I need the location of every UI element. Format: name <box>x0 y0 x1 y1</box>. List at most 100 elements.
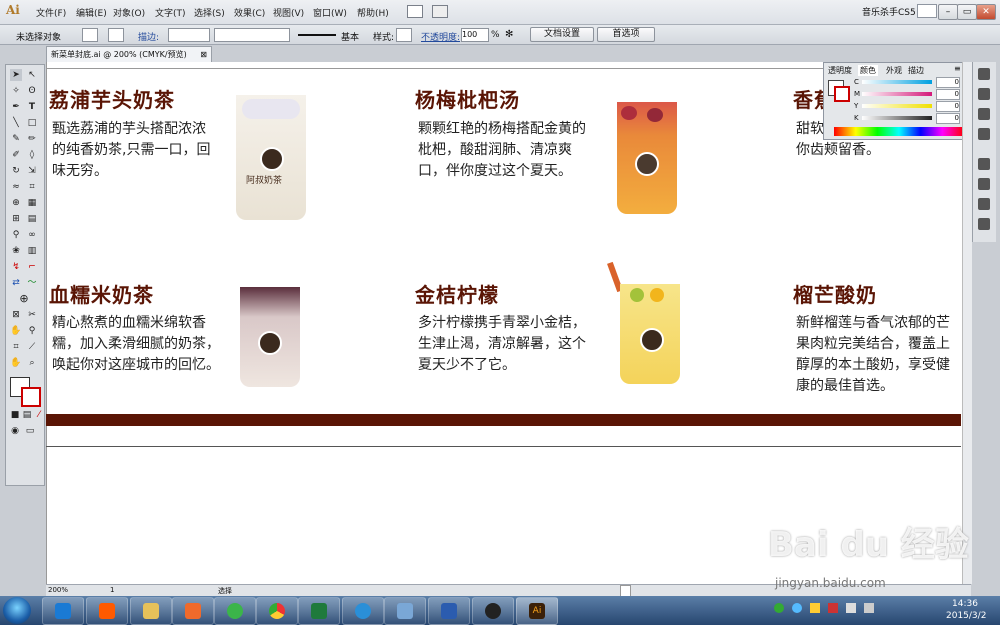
c-slider[interactable] <box>862 80 932 84</box>
panel-swatches-icon[interactable] <box>978 88 990 100</box>
crop-tool-icon[interactable]: ⌗ <box>10 341 22 353</box>
m-value-input[interactable]: 0 <box>936 89 960 100</box>
document-setup-button[interactable]: 文档设置 <box>530 27 594 42</box>
scissors-tool-icon[interactable]: ✂ <box>26 309 38 321</box>
clock-date[interactable]: 2015/3/2 <box>946 611 986 621</box>
workspace-switcher[interactable]: 音乐杀手CS5 <box>862 5 916 18</box>
tray-icon[interactable] <box>828 603 838 613</box>
eyedropper-tool-icon[interactable]: ⚲ <box>10 229 22 241</box>
network-icon[interactable] <box>846 603 856 613</box>
tab-appearance[interactable]: 外观 <box>886 65 902 76</box>
blob-brush-tool-icon[interactable]: ✐ <box>10 149 22 161</box>
k-slider[interactable] <box>862 116 932 120</box>
paintbrush-tool-icon[interactable]: ✎ <box>10 133 22 145</box>
m-slider[interactable] <box>862 92 932 96</box>
taskbar-qq[interactable] <box>472 597 514 625</box>
stroke-preview-swatch[interactable] <box>834 86 850 102</box>
warp-tool-icon[interactable]: ≈ <box>10 181 22 193</box>
stroke-swatch[interactable] <box>108 28 124 42</box>
eraser-tool-icon[interactable]: ◊ <box>26 149 38 161</box>
taskbar-chrome[interactable] <box>256 597 298 625</box>
tab-stroke[interactable]: 描边 <box>908 65 924 76</box>
panel-graphic-styles-icon[interactable] <box>978 178 990 190</box>
status-info[interactable]: 选择 <box>218 586 232 596</box>
panel-color-icon[interactable] <box>978 68 990 80</box>
direct-selection-tool-icon[interactable]: ↖ <box>26 69 38 81</box>
stroke-weight-input[interactable] <box>168 28 210 42</box>
tray-icon[interactable] <box>774 603 784 613</box>
panel-menu-icon[interactable]: ≡ <box>954 64 961 73</box>
hand-tool-icon[interactable]: ✋ <box>10 325 22 337</box>
menu-object[interactable]: 对象(O) <box>113 6 145 19</box>
tray-icon[interactable] <box>810 603 820 613</box>
panel-artboards-icon[interactable] <box>978 218 990 230</box>
vertical-scrollbar[interactable] <box>962 62 972 584</box>
free-transform-tool-icon[interactable]: ⌗ <box>26 181 38 193</box>
taskbar-illustrator[interactable]: Ai <box>516 597 558 625</box>
y-slider[interactable] <box>862 104 932 108</box>
width-tool-icon[interactable]: ⇄ <box>10 277 22 289</box>
k-value-input[interactable]: 0 <box>936 113 960 124</box>
menu-edit[interactable]: 编辑(E) <box>76 6 107 19</box>
menu-file[interactable]: 文件(F) <box>36 6 66 19</box>
menu-window[interactable]: 窗口(W) <box>313 6 347 19</box>
menu-type[interactable]: 文字(T) <box>155 6 186 19</box>
volume-icon[interactable] <box>864 603 874 613</box>
minimize-button[interactable]: – <box>938 4 958 20</box>
stroke-color-swatch[interactable] <box>21 387 41 407</box>
selection-tool-icon[interactable]: ➤ <box>10 69 22 81</box>
panel-brushes-icon[interactable] <box>978 108 990 120</box>
panel-symbols-icon[interactable] <box>978 128 990 140</box>
arrange-documents-icon[interactable] <box>432 5 448 18</box>
color-mode-icon[interactable]: ■ <box>9 409 21 421</box>
panel-layers-icon[interactable] <box>978 198 990 210</box>
color-spectrum[interactable] <box>834 127 964 136</box>
graph-tool-icon[interactable]: ▥ <box>26 245 38 257</box>
menu-effect[interactable]: 效果(C) <box>234 6 265 19</box>
magic-wand-tool-icon[interactable]: ✧ <box>10 85 22 97</box>
none-mode-icon[interactable]: ⁄ <box>33 409 45 421</box>
artboard-tool-icon[interactable]: ↯ <box>10 261 22 273</box>
restore-button[interactable]: ▭ <box>957 4 977 20</box>
shape-builder-tool-icon[interactable]: ⊕ <box>10 197 22 209</box>
tab-color[interactable]: 颜色 <box>858 65 878 76</box>
taskbar-media[interactable] <box>172 597 214 625</box>
zoom-level[interactable]: 200% <box>48 586 68 594</box>
puppet-tool-icon[interactable]: ⊠ <box>10 309 22 321</box>
fill-swatch[interactable] <box>82 28 98 42</box>
y-value-input[interactable]: 0 <box>936 101 960 112</box>
perspective-grid-tool-icon[interactable]: ▦ <box>26 197 38 209</box>
start-button[interactable] <box>3 597 31 624</box>
print-tiling-tool-icon[interactable]: ✋ <box>10 357 22 369</box>
recolor-icon[interactable]: ✻ <box>505 29 513 40</box>
scale-tool-icon[interactable]: ⇲ <box>26 165 38 177</box>
menu-view[interactable]: 视图(V) <box>273 6 304 19</box>
gradient-tool-icon[interactable]: ▤ <box>26 213 38 225</box>
pencil-tool-icon[interactable]: ✏ <box>26 133 38 145</box>
document-tab[interactable]: 新菜单封底.ai @ 200% (CMYK/预览) ⊠ <box>46 46 212 62</box>
variable-width-dropdown[interactable] <box>214 28 290 42</box>
taskbar-word[interactable] <box>428 597 470 625</box>
c-value-input[interactable]: 0 <box>936 77 960 88</box>
opacity-input[interactable]: 100 <box>461 28 489 42</box>
panel-appearance-icon[interactable] <box>978 158 990 170</box>
draw-mode-icon[interactable]: ◉ <box>9 425 21 437</box>
graphic-style-swatch[interactable] <box>396 28 412 42</box>
screen-mode-icon[interactable]: ▭ <box>24 425 36 437</box>
help-icon[interactable] <box>792 603 802 613</box>
crosshair-tool-icon[interactable]: ⊕ <box>18 293 30 305</box>
brush-stroke-preview[interactable] <box>298 34 336 36</box>
artboard-number[interactable]: 1 <box>110 586 114 594</box>
taskbar-taobao[interactable] <box>86 597 128 625</box>
close-tab-icon[interactable]: ⊠ <box>200 47 207 62</box>
knife-tool-icon[interactable]: ⟋ <box>26 341 38 353</box>
menu-help[interactable]: 帮助(H) <box>357 6 389 19</box>
search-input[interactable] <box>917 4 937 18</box>
slice-tool-icon[interactable]: ⌐ <box>26 261 38 273</box>
clock-time[interactable]: 14:36 <box>952 599 978 609</box>
taskbar-app2[interactable] <box>384 597 426 625</box>
zoom-tool-icon[interactable]: ⚲ <box>26 325 38 337</box>
twirl-tool-icon[interactable]: 〜 <box>26 277 38 289</box>
symbol-sprayer-tool-icon[interactable]: ❀ <box>10 245 22 257</box>
rectangle-tool-icon[interactable]: □ <box>26 117 38 129</box>
